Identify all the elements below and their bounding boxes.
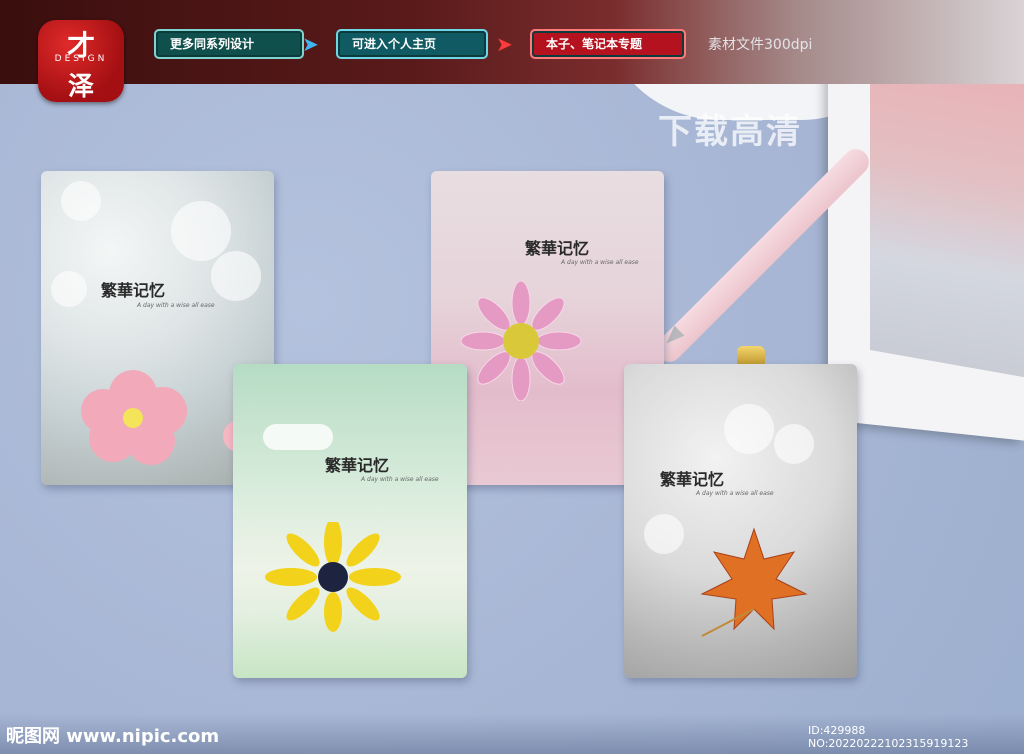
bokeh-light: [774, 424, 814, 464]
site-watermark[interactable]: 昵图网 www.nipic.com: [6, 722, 219, 748]
bokeh-light: [51, 271, 87, 307]
personal-homepage-button[interactable]: 可进入个人主页: [336, 29, 488, 59]
cover-title: 繁華记忆: [660, 470, 725, 489]
cover-subtitle: A day with a wise all ease: [137, 302, 215, 309]
arrow-right-icon: ➤: [302, 32, 319, 56]
more-series-button[interactable]: 更多同系列设计: [154, 29, 304, 59]
cover-title: 繁華记忆: [101, 281, 166, 300]
image-id-label: ID:429988 NO:20220222102315919123: [808, 724, 969, 750]
bokeh-light: [61, 181, 101, 221]
notebook-topic-button[interactable]: 本子、笔记本专题: [530, 29, 686, 59]
bokeh-light: [211, 251, 261, 301]
maple-leaf: [700, 527, 808, 637]
arrow-right-icon: ➤: [496, 32, 513, 56]
yellow-sunflower: [265, 522, 401, 632]
bokeh-light: [644, 514, 684, 554]
notebook-cover-4: 繁華记忆 A day with a wise all ease: [624, 364, 857, 678]
logo-design-text: DESIGN: [54, 54, 108, 64]
brand-logo[interactable]: 才 DESIGN 泽: [38, 20, 124, 102]
download-hd-label[interactable]: 下载高清: [658, 104, 802, 153]
notebook-cover-3: 繁華记忆 A day with a wise all ease: [233, 364, 467, 678]
cover-subtitle: A day with a wise all ease: [561, 259, 639, 266]
cover-title: 繁華记忆: [525, 239, 590, 258]
cloud: [263, 424, 333, 450]
cover-subtitle: A day with a wise all ease: [696, 490, 774, 497]
file-dpi-label: 素材文件300dpi: [708, 37, 813, 53]
cover-subtitle: A day with a wise all ease: [361, 476, 439, 483]
bokeh-light: [724, 404, 774, 454]
pink-daisy-flower: [461, 281, 582, 401]
cover-title: 繁華记忆: [325, 456, 390, 475]
logo-char-bottom: 泽: [67, 72, 94, 102]
bokeh-light: [171, 201, 231, 261]
